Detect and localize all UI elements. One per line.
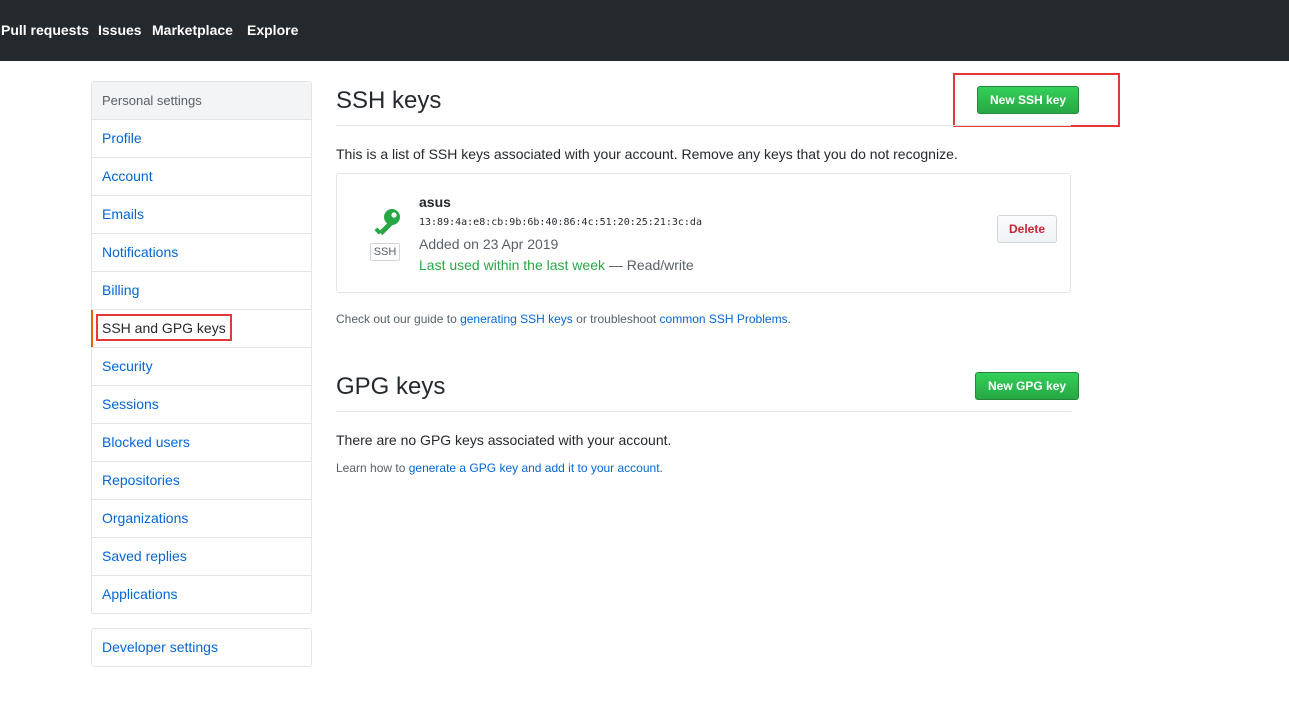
settings-sidebar: Personal settings Profile Account Emails… [91, 81, 312, 614]
gpg-learn-prefix: Learn how to [336, 461, 409, 475]
sidebar-item-saved-replies[interactable]: Saved replies [92, 538, 311, 576]
sidebar-item-organizations[interactable]: Organizations [92, 500, 311, 538]
gpg-learn-suffix: . [659, 461, 663, 475]
ssh-guide-middle: or troubleshoot [572, 312, 660, 326]
ssh-key-item: SSH asus 13:89:4a:e8:cb:9b:6b:40:86:4c:5… [336, 173, 1071, 293]
key-access-level: — Read/write [605, 257, 694, 273]
generate-gpg-key-link[interactable]: generate a GPG key and add it to your ac… [409, 461, 660, 475]
nav-explore[interactable]: Explore [247, 22, 298, 38]
ssh-guide-suffix: . [787, 312, 791, 326]
sidebar-item-developer-settings[interactable]: Developer settings [91, 628, 312, 667]
key-last-used: Last used within the last week [419, 257, 605, 273]
sidebar-item-profile[interactable]: Profile [92, 120, 311, 158]
nav-marketplace[interactable]: Marketplace [152, 22, 233, 38]
ssh-guide-prefix: Check out our guide to [336, 312, 461, 326]
ssh-badge: SSH [370, 243, 400, 261]
key-title: asus [419, 194, 451, 210]
key-added-date: Added on 23 Apr 2019 [419, 236, 559, 252]
sidebar-item-notifications[interactable]: Notifications [92, 234, 311, 272]
gpg-learn-text: Learn how to generate a GPG key and add … [336, 461, 663, 475]
sidebar-item-applications[interactable]: Applications [92, 576, 311, 613]
key-fingerprint: 13:89:4a:e8:cb:9b:6b:40:86:4c:51:20:25:2… [419, 217, 702, 228]
gpg-keys-title: GPG keys [336, 373, 446, 400]
sidebar-item-blocked-users[interactable]: Blocked users [92, 424, 311, 462]
delete-key-button[interactable]: Delete [997, 215, 1058, 243]
sidebar-item-security[interactable]: Security [92, 348, 311, 386]
gpg-empty-text: There are no GPG keys associated with yo… [336, 432, 672, 448]
key-icon [374, 209, 400, 236]
common-ssh-problems-link[interactable]: common SSH Problems [660, 312, 788, 326]
new-ssh-key-button[interactable]: New SSH key [977, 86, 1080, 114]
sidebar-item-ssh-gpg-keys[interactable]: SSH and GPG keys [91, 310, 311, 348]
gpg-section-divider [336, 411, 1071, 412]
top-navigation-bar: Pull requests Issues Marketplace Explore [0, 0, 1289, 61]
sidebar-item-repositories[interactable]: Repositories [92, 462, 311, 500]
new-gpg-key-button[interactable]: New GPG key [975, 372, 1080, 400]
ssh-guide-text: Check out our guide to generating SSH ke… [336, 312, 791, 326]
ssh-section-divider [336, 125, 1071, 126]
sidebar-heading: Personal settings [92, 82, 311, 120]
nav-pull-requests[interactable]: Pull requests [1, 22, 89, 38]
key-usage-status: Last used within the last week — Read/wr… [419, 257, 694, 273]
sidebar-item-emails[interactable]: Emails [92, 196, 311, 234]
sidebar-item-account[interactable]: Account [92, 158, 311, 196]
ssh-keys-description: This is a list of SSH keys associated wi… [336, 146, 958, 162]
generating-ssh-keys-link[interactable]: generating SSH keys [460, 312, 573, 326]
nav-issues[interactable]: Issues [98, 22, 142, 38]
sidebar-item-billing[interactable]: Billing [92, 272, 311, 310]
ssh-keys-title: SSH keys [336, 87, 442, 114]
sidebar-item-sessions[interactable]: Sessions [92, 386, 311, 424]
